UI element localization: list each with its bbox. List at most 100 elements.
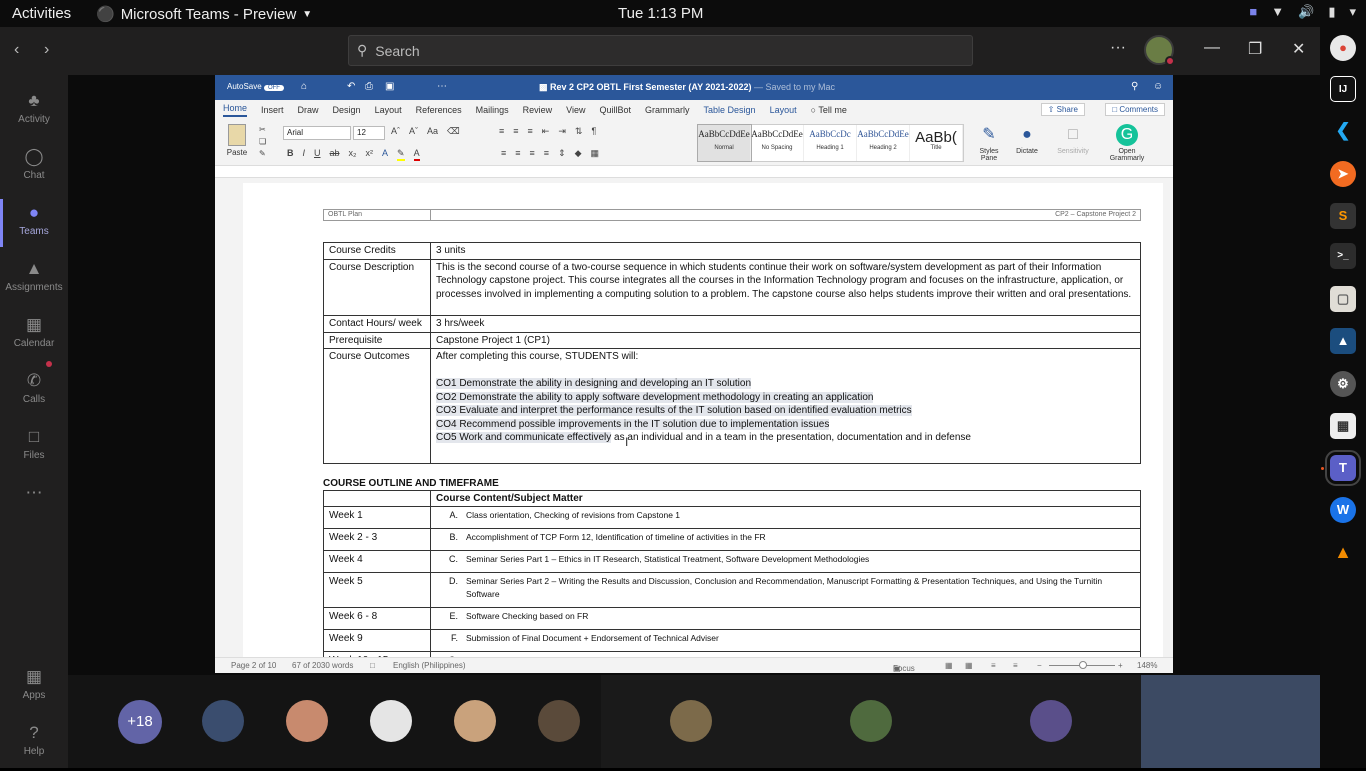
chrome-icon[interactable]: ● xyxy=(1330,35,1356,61)
print-layout-icon[interactable]: ▦ xyxy=(945,661,953,670)
format-painter-icon[interactable]: ✎ xyxy=(259,149,266,158)
minimize-icon[interactable]: — xyxy=(1204,39,1220,57)
tab-mailings[interactable]: Mailings xyxy=(476,105,509,115)
web-layout-icon[interactable]: ▦ xyxy=(965,661,973,670)
style-title[interactable]: AaBb(Title xyxy=(910,125,963,161)
tab-design[interactable]: Design xyxy=(333,105,361,115)
zoom-slider-thumb[interactable] xyxy=(1079,661,1087,669)
rail-assignments[interactable]: ▲ Assignments xyxy=(0,251,68,307)
font-color-icon[interactable]: A xyxy=(413,148,420,161)
tell-me-search[interactable]: ○ Tell me xyxy=(811,105,847,115)
shading-icon[interactable]: ◆ xyxy=(575,148,582,159)
home-icon[interactable]: ⌂ xyxy=(301,81,307,92)
save-icon[interactable]: ▣ xyxy=(385,81,394,92)
back-arrow-icon[interactable]: ‹ xyxy=(14,41,19,59)
tab-quillbot[interactable]: QuillBot xyxy=(600,105,632,115)
decrease-indent-icon[interactable]: ⇤ xyxy=(542,126,550,137)
wps-office-icon[interactable]: W xyxy=(1330,497,1356,523)
increase-indent-icon[interactable]: ⇥ xyxy=(558,126,566,137)
word-count[interactable]: 67 of 2030 words xyxy=(292,661,353,670)
style-heading-1[interactable]: AaBbCcDc Heading 1 xyxy=(804,125,857,161)
rail-activity[interactable]: ♣ Activity xyxy=(0,83,68,139)
sensitivity-button[interactable]: □ Sensitivity xyxy=(1055,124,1091,155)
horizontal-ruler[interactable] xyxy=(215,166,1173,178)
more-horizontal-icon[interactable]: ⋯ xyxy=(437,81,447,92)
dictate-button[interactable]: ● Dictate xyxy=(1009,124,1045,155)
tab-table-layout[interactable]: Layout xyxy=(770,105,797,115)
cut-icon[interactable]: ✂ xyxy=(259,125,266,134)
participant-avatar[interactable] xyxy=(202,700,244,742)
strikethrough-icon[interactable]: ab xyxy=(330,148,340,161)
paste-button[interactable]: Paste xyxy=(225,124,249,157)
course-outline-table[interactable]: Course Content/Subject Matter Week 1 A. Cl… xyxy=(323,490,1141,673)
bold-icon[interactable]: B xyxy=(287,148,294,161)
tab-insert[interactable]: Insert xyxy=(261,105,284,115)
zoom-level[interactable]: 148% xyxy=(1137,661,1157,670)
participant-avatar[interactable] xyxy=(454,700,496,742)
tab-review[interactable]: Review xyxy=(523,105,553,115)
sort-icon[interactable]: ⇅ xyxy=(575,126,583,137)
zoom-in-icon[interactable]: + xyxy=(1118,661,1123,670)
activities-button[interactable]: Activities xyxy=(12,5,71,22)
undo-icon[interactable]: ↶ xyxy=(347,81,355,92)
tab-draw[interactable]: Draw xyxy=(298,105,319,115)
terminal-icon[interactable]: >_ xyxy=(1330,243,1356,269)
settings-icon[interactable]: ⚙ xyxy=(1330,371,1356,397)
close-icon[interactable]: ✕ xyxy=(1292,39,1305,59)
participant-tile[interactable] xyxy=(961,675,1141,768)
rail-files[interactable]: □ Files xyxy=(0,419,68,475)
tab-grammarly[interactable]: Grammarly xyxy=(645,105,690,115)
grow-font-icon[interactable]: Aˆ xyxy=(391,126,400,137)
more-participants-button[interactable]: +18 xyxy=(118,700,162,744)
teams-dock-icon[interactable]: T xyxy=(1325,450,1361,486)
line-spacing-icon[interactable]: ⇕ xyxy=(558,148,566,159)
proofing-icon[interactable]: □ xyxy=(370,661,375,670)
vscode-icon[interactable]: ❮ xyxy=(1330,117,1356,143)
rail-teams[interactable]: ● Teams xyxy=(0,195,68,251)
rail-calls[interactable]: ✆ Calls xyxy=(0,363,68,419)
rail-chat[interactable]: ◯ Chat xyxy=(0,139,68,195)
italic-icon[interactable]: I xyxy=(303,148,306,161)
change-case-icon[interactable]: Aa xyxy=(427,126,438,137)
participant-tile[interactable] xyxy=(601,675,781,768)
battery-icon[interactable]: ▮ xyxy=(1328,4,1335,20)
profile-avatar[interactable] xyxy=(1144,35,1175,66)
tab-view[interactable]: View xyxy=(566,105,585,115)
superscript-icon[interactable]: x² xyxy=(366,148,374,161)
numbering-icon[interactable]: ≡ xyxy=(513,126,518,137)
search-input[interactable]: ⚲ Search xyxy=(348,35,973,66)
language-indicator[interactable]: English (Philippines) xyxy=(393,661,465,670)
intellij-icon[interactable]: IJ xyxy=(1330,76,1356,102)
volume-icon[interactable]: 🔊 xyxy=(1298,4,1314,20)
wifi-icon[interactable]: ▼ xyxy=(1271,4,1284,20)
app-menu[interactable]: ⚫ Microsoft Teams - Preview ▼ xyxy=(96,5,312,24)
font-family-select[interactable]: Arial xyxy=(283,126,351,140)
power-menu-chevron-icon[interactable]: ▾ xyxy=(1349,4,1356,20)
rail-help[interactable]: ? Help xyxy=(0,715,68,771)
multilevel-list-icon[interactable]: ≡ xyxy=(528,126,533,137)
tab-table-design[interactable]: Table Design xyxy=(704,105,756,115)
pilcrow-icon[interactable]: ¶ xyxy=(591,126,596,137)
files-icon[interactable]: ▢ xyxy=(1330,286,1356,312)
copy-icon[interactable]: ❏ xyxy=(259,137,266,146)
rail-more[interactable]: ⋯ xyxy=(0,475,68,505)
more-options-icon[interactable]: ··· xyxy=(1110,39,1126,57)
draft-view-icon[interactable]: ≡ xyxy=(1013,661,1018,670)
font-size-select[interactable]: 12 xyxy=(353,126,385,140)
zoom-out-icon[interactable]: − xyxy=(1037,661,1042,670)
open-grammarly-button[interactable]: G Open Grammarly xyxy=(1107,124,1147,162)
align-center-icon[interactable]: ≡ xyxy=(515,148,520,159)
self-video-preview[interactable] xyxy=(1141,675,1321,768)
teams-tray-icon[interactable]: ■ xyxy=(1249,4,1257,20)
highlight-icon[interactable]: ✎ xyxy=(397,148,405,161)
postman-icon[interactable]: ➤ xyxy=(1330,161,1356,187)
subscript-icon[interactable]: x₂ xyxy=(349,148,357,161)
calculator-icon[interactable]: ▦ xyxy=(1330,413,1356,439)
search-icon[interactable]: ⚲ xyxy=(1131,81,1138,92)
style-normal[interactable]: AaBbCcDdEe Normal xyxy=(697,124,752,162)
print-icon[interactable]: ⎙ xyxy=(365,81,373,92)
outline-view-icon[interactable]: ≡ xyxy=(991,661,996,670)
maximize-icon[interactable]: ❐ xyxy=(1248,39,1262,59)
tab-home[interactable]: Home xyxy=(223,103,248,117)
participant-tile[interactable] xyxy=(781,675,961,768)
